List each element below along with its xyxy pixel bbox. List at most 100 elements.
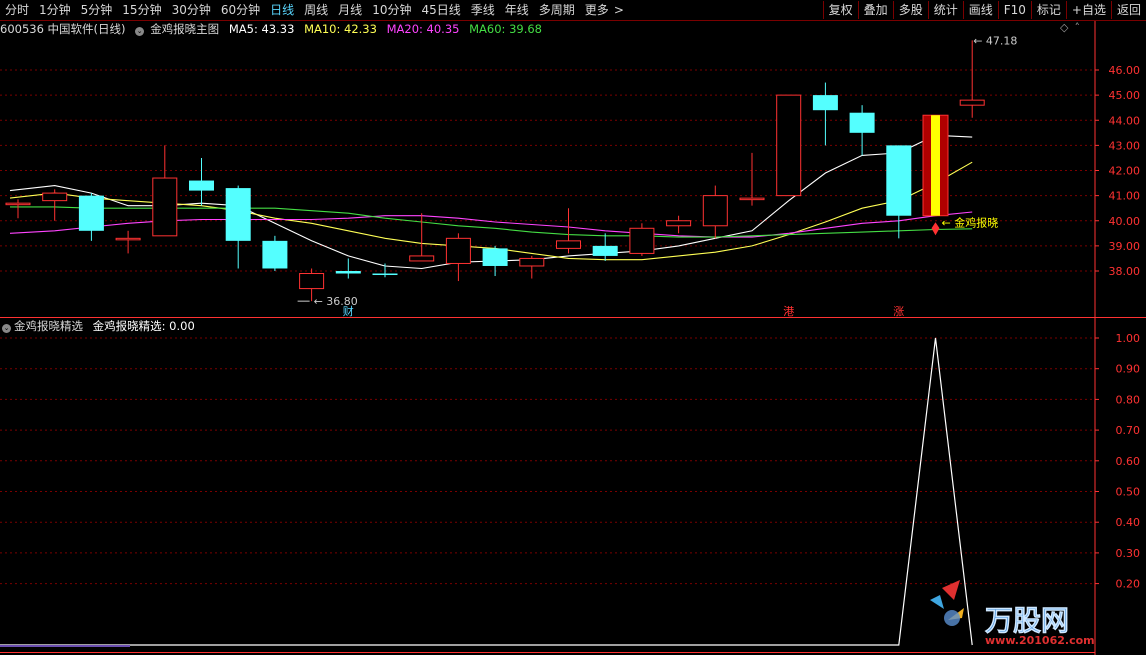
indicator-dropdown-icon[interactable]: ⌄: [135, 27, 145, 36]
period-tab[interactable]: 季线: [466, 0, 500, 20]
signal-label: ← 金鸡报晓: [942, 215, 999, 229]
logo-arrow-icon: [942, 580, 960, 600]
ma-line-ma60: [10, 206, 973, 238]
grid: [0, 21, 1146, 655]
candle-body: [519, 257, 545, 267]
period-tab[interactable]: 更多: [580, 0, 614, 20]
watermark-brand: 万股网: [985, 604, 1069, 637]
main-chart-header: 600536 中国软件(日线) ⌄ 金鸡报晓主图 MA5: 43.33 MA10:…: [0, 21, 548, 37]
low-price-label: ← 36.80: [314, 295, 358, 308]
toolbar-button[interactable]: 多股: [894, 0, 928, 20]
candle-body: [959, 99, 985, 106]
candle-body: [262, 240, 288, 269]
toolbar-right-buttons: 复权 叠加 多股 统计 画线 F10 标记 +自选 返回: [822, 0, 1146, 20]
candle-body: [666, 220, 692, 227]
sub-indicator-line: [0, 337, 973, 646]
sub-y-tick-label: 0.60: [1116, 455, 1141, 468]
toolbar-button[interactable]: 返回: [1112, 0, 1146, 20]
candle-body: [592, 245, 618, 256]
candle-body: [886, 145, 912, 216]
period-tab[interactable]: 月线: [333, 0, 367, 20]
toolbar-button[interactable]: 画线: [964, 0, 998, 20]
event-marker: 港: [783, 305, 794, 318]
annotations: ← 36.80 ← 47.18 ← 金鸡报晓财 港 涨: [297, 34, 1017, 318]
candle-body: [42, 192, 68, 202]
candle-body: [409, 255, 435, 262]
sub-y-tick-label: 0.90: [1116, 363, 1141, 376]
sub-indicator-dropdown-icon[interactable]: ⌄: [2, 324, 11, 333]
candle-body: [372, 273, 398, 276]
ma-line-ma20: [9, 211, 973, 238]
y-tick-label: 38.00: [1109, 265, 1141, 278]
sub-y-tick-label: 0.80: [1116, 393, 1141, 406]
toolbar-button[interactable]: 标记: [1032, 0, 1066, 20]
watermark-url: www.201062.com: [985, 634, 1095, 647]
y-tick-label: 42.00: [1109, 165, 1141, 178]
chevron-up-icon[interactable]: ˄: [1074, 21, 1080, 34]
candle-body: [702, 195, 728, 227]
panel-controls: ◇ ˄: [1060, 21, 1086, 34]
period-toolbar: 分时 1分钟 5分钟 15分钟 30分钟 60分钟 日线 周线 月线 10分钟 45日线 季线 年线 多周…: [0, 0, 1146, 21]
candle-body: [335, 271, 361, 274]
y-tick-label: 39.00: [1109, 240, 1141, 253]
price-axis: 46.00 45.00 44.00 43.00 42.00 41.00 40.00 39.00…: [1095, 64, 1140, 591]
period-tab[interactable]: 60分钟: [216, 0, 265, 20]
main-indicator-name[interactable]: 金鸡报晓主图: [150, 22, 219, 36]
more-chevron-icon[interactable]: >: [614, 0, 629, 20]
event-marker: 涨: [893, 305, 904, 318]
signal-marker-icon: [931, 222, 940, 236]
ma60-value: MA60: 39.68: [469, 22, 542, 36]
period-tabs: 分时 1分钟 5分钟 15分钟 30分钟 60分钟 日线 周线 月线 10分钟 45日线 季线 年线 多周…: [0, 0, 629, 20]
logo-arrow-icon: [948, 608, 964, 620]
period-tab[interactable]: 45日线: [416, 0, 465, 20]
stock-title: 600536 中国软件(日线): [0, 22, 126, 36]
y-tick-label: 43.00: [1109, 139, 1141, 152]
signal-candle-center: [931, 115, 940, 216]
candle-body: [299, 273, 325, 290]
y-tick-label: 40.00: [1109, 215, 1141, 228]
sub-indicator-chart: [0, 337, 973, 647]
sub-y-tick-label: 0.70: [1116, 424, 1141, 437]
period-tab[interactable]: 周线: [299, 0, 333, 20]
period-tab[interactable]: 日线: [265, 0, 299, 20]
toolbar-button[interactable]: 统计: [929, 0, 963, 20]
candle-body: [225, 188, 251, 241]
period-tab[interactable]: 1分钟: [34, 0, 76, 20]
candle-body: [849, 112, 875, 133]
period-tab[interactable]: 15分钟: [117, 0, 166, 20]
candle-body: [629, 227, 655, 254]
ma10-value: MA10: 42.33: [304, 22, 377, 36]
period-tab[interactable]: 年线: [500, 0, 534, 20]
period-tab[interactable]: 分时: [0, 0, 34, 20]
watermark-logo: 万股网www.201062.com: [930, 580, 1095, 647]
period-tab[interactable]: 5分钟: [76, 0, 118, 20]
toolbar-button[interactable]: F10: [999, 0, 1031, 20]
toolbar-button[interactable]: 叠加: [859, 0, 893, 20]
candle-body: [556, 240, 581, 249]
toolbar-button[interactable]: +自选: [1067, 0, 1111, 20]
diamond-icon[interactable]: ◇: [1060, 21, 1068, 34]
candle-body: [152, 177, 178, 237]
candle-body: [78, 195, 104, 231]
candle-body: [776, 94, 802, 197]
candle-body: [812, 95, 838, 111]
candle-body: [189, 180, 214, 191]
candle-body: [739, 197, 765, 201]
signal-candle-body: [922, 114, 949, 217]
ma-lines: [9, 134, 973, 270]
period-tab[interactable]: 30分钟: [167, 0, 216, 20]
toolbar-button[interactable]: 复权: [824, 0, 858, 20]
logo-arrow-icon: [930, 595, 944, 609]
sub-indicator-name[interactable]: 金鸡报晓精选: [14, 319, 83, 333]
high-price-label: ← 47.18: [973, 34, 1017, 47]
candle-body: [445, 237, 471, 264]
sub-chart-header: ⌄ 金鸡报晓精选 金鸡报晓精选: 0.00: [0, 318, 195, 334]
event-marker: 财: [343, 304, 354, 318]
period-tab[interactable]: 多周期: [534, 0, 580, 20]
sub-y-tick-label: 0.40: [1116, 516, 1141, 529]
y-tick-label: 41.00: [1109, 190, 1141, 203]
ma5-value: MA5: 43.33: [228, 22, 295, 36]
ma-line-ma5: [9, 134, 973, 270]
ma-line-ma10: [9, 161, 973, 261]
period-tab[interactable]: 10分钟: [367, 0, 416, 20]
